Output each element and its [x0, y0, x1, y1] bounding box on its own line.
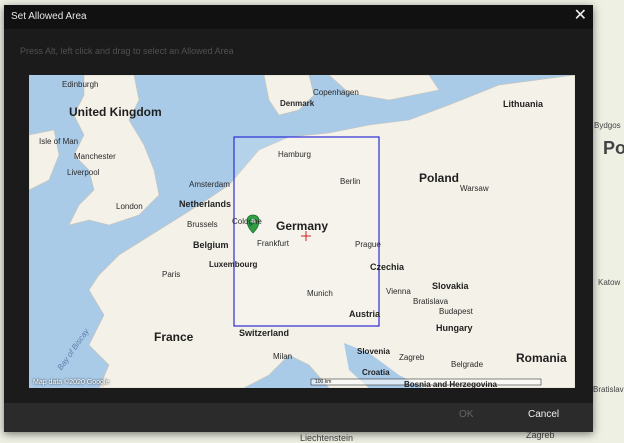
map-view[interactable]: United Kingdom Netherlands Belgium Luxem… [29, 75, 575, 388]
bg-label-liechtenstein: Liechtenstein [300, 433, 354, 443]
bg-label-bratislava: Bratislav [593, 385, 624, 394]
instruction-text: Press Alt, left click and drag to select… [20, 46, 234, 56]
label-luxembourg: Luxembourg [209, 260, 258, 269]
cancel-button[interactable]: Cancel [528, 409, 559, 420]
label-poland: Poland [419, 171, 460, 185]
label-slovakia: Slovakia [432, 281, 469, 291]
label-london: London [116, 202, 143, 211]
label-switzerland: Switzerland [239, 328, 290, 338]
label-paris: Paris [162, 270, 181, 279]
label-budapest: Budapest [439, 307, 473, 316]
label-berlin: Berlin [340, 177, 361, 186]
label-copenhagen: Copenhagen [313, 88, 359, 97]
label-hamburg: Hamburg [278, 150, 311, 159]
label-bosnia: Bosnia and Herzegovina [404, 380, 497, 388]
bg-label-poland: Po [603, 138, 624, 158]
label-prague: Prague [355, 240, 381, 249]
close-icon[interactable]: ✕ [574, 7, 587, 25]
label-bratislava: Bratislava [413, 297, 449, 306]
label-liverpool: Liverpool [67, 168, 100, 177]
label-denmark: Denmark [280, 99, 315, 108]
bg-label-bydgoszcz: Bydgos [594, 121, 621, 130]
scale-label: 100 km [315, 379, 332, 385]
label-slovenia: Slovenia [357, 347, 390, 356]
label-romania: Romania [516, 351, 567, 365]
label-isle-of-man: Isle of Man [39, 137, 79, 146]
bg-label-katowice: Katow [598, 278, 621, 287]
label-munich: Munich [307, 289, 333, 298]
label-brussels: Brussels [187, 220, 218, 229]
label-france: France [154, 330, 194, 344]
label-lithuania: Lithuania [503, 99, 543, 109]
label-edinburgh: Edinburgh [62, 80, 99, 89]
label-belgium: Belgium [193, 240, 229, 250]
label-croatia: Croatia [362, 368, 390, 377]
label-cologne: Cologne [232, 217, 262, 226]
label-milan: Milan [273, 352, 293, 361]
label-hungary: Hungary [436, 323, 473, 333]
label-germany: Germany [276, 219, 329, 233]
ok-button[interactable]: OK [459, 409, 473, 420]
label-united-kingdom: United Kingdom [69, 105, 162, 119]
label-austria: Austria [349, 309, 381, 319]
label-vienna: Vienna [386, 287, 411, 296]
label-frankfurt: Frankfurt [257, 239, 290, 248]
dialog-footer: OK Cancel [4, 403, 593, 432]
label-manchester: Manchester [74, 152, 116, 161]
dialog-title: Set Allowed Area [11, 11, 87, 22]
label-warsaw: Warsaw [460, 184, 489, 193]
dialog-titlebar: Set Allowed Area ✕ [4, 5, 593, 29]
label-netherlands: Netherlands [179, 199, 232, 209]
label-czechia: Czechia [370, 262, 405, 272]
map-attribution: Map data ©2020 Google [33, 379, 110, 386]
label-zagreb: Zagreb [399, 353, 425, 362]
set-allowed-area-dialog: Set Allowed Area ✕ Press Alt, left click… [4, 5, 593, 432]
label-amsterdam: Amsterdam [189, 180, 230, 189]
label-belgrade: Belgrade [451, 360, 484, 369]
